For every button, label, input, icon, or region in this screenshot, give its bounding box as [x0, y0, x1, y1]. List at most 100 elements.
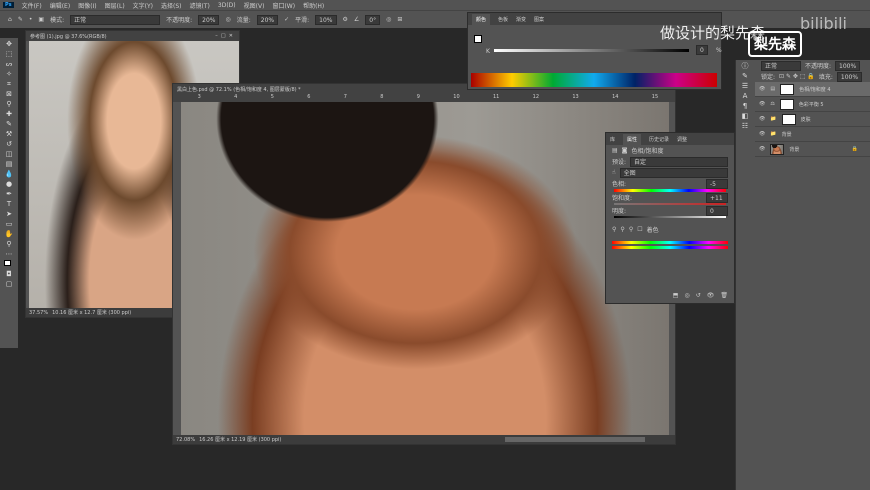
- layer-opacity-input[interactable]: 100%: [835, 61, 860, 71]
- menu-file[interactable]: 文件(F): [22, 1, 42, 10]
- eye-icon[interactable]: 👁: [759, 131, 765, 137]
- k-value-input[interactable]: 0: [696, 45, 708, 55]
- reset-icon[interactable]: ↺: [696, 292, 701, 299]
- menu-view[interactable]: 视图(V): [244, 1, 265, 10]
- opacity-input[interactable]: 20%: [198, 15, 219, 25]
- lock-icons[interactable]: ⊡ ✎ ✥ ⬚ 🔒: [779, 73, 815, 80]
- menu-3d[interactable]: 3D(D): [218, 2, 236, 9]
- tab-patterns[interactable]: 图案: [534, 16, 544, 23]
- healing-tool-icon[interactable]: ✚: [4, 110, 14, 118]
- tab-adjustments[interactable]: 调整: [677, 136, 687, 143]
- lasso-tool-icon[interactable]: ᔕ: [4, 60, 14, 68]
- clip-to-layer-icon[interactable]: ⬒: [673, 292, 679, 299]
- symmetry-icon[interactable]: ⊞: [397, 16, 402, 23]
- airbrush-icon[interactable]: ✓: [284, 16, 289, 23]
- pressure-size-icon[interactable]: ◎: [386, 16, 391, 23]
- brush-size-icon[interactable]: •: [29, 16, 33, 23]
- crop-tool-icon[interactable]: ⌗: [4, 80, 14, 88]
- canvas-photo[interactable]: [181, 102, 669, 436]
- horizontal-scrollbar[interactable]: [505, 437, 645, 442]
- tab-gradients[interactable]: 渐变: [516, 16, 526, 23]
- brush-icon[interactable]: ✎: [18, 16, 23, 23]
- blend-mode-select[interactable]: 正常: [761, 61, 801, 71]
- move-tool-icon[interactable]: ✥: [4, 40, 14, 48]
- brush-settings-icon[interactable]: ✎: [740, 72, 750, 80]
- more-tools-icon[interactable]: ⋯: [4, 250, 14, 258]
- quick-select-tool-icon[interactable]: ✧: [4, 70, 14, 78]
- layers-icon[interactable]: ◧: [740, 112, 750, 120]
- channel-select[interactable]: 全图: [620, 168, 728, 178]
- paragraph-icon[interactable]: ¶: [740, 102, 750, 110]
- saturation-input[interactable]: +11: [706, 193, 728, 203]
- angle-input[interactable]: 0°: [365, 15, 380, 25]
- color-spectrum[interactable]: [471, 73, 717, 87]
- tab-swatches[interactable]: 色板: [498, 16, 508, 23]
- layer-mask-thumb[interactable]: [780, 99, 794, 110]
- tab-history[interactable]: 历史记录: [649, 136, 669, 143]
- brush-tool-icon[interactable]: ✎: [4, 120, 14, 128]
- window-controls[interactable]: – □ ✕: [215, 33, 239, 39]
- ref-doc-tab[interactable]: 参考图 (1).jpg @ 37.6%(RGB/8)– □ ✕: [26, 31, 239, 41]
- menu-window[interactable]: 窗口(W): [272, 1, 295, 10]
- eyedropper-add-icon[interactable]: ⚲: [620, 226, 624, 233]
- tab-libraries[interactable]: 库: [610, 136, 615, 143]
- eyedropper-tool-icon[interactable]: ⚲: [4, 100, 14, 108]
- layer-mask-thumb[interactable]: [780, 84, 794, 95]
- layer-row[interactable]: 👁背景🔒: [755, 142, 870, 157]
- mode-select[interactable]: 正常: [70, 15, 160, 25]
- eye-icon[interactable]: 👁: [759, 116, 765, 122]
- ref-zoom-level[interactable]: 37.57%: [29, 310, 48, 316]
- frame-tool-icon[interactable]: ⊠: [4, 90, 14, 98]
- lightness-input[interactable]: 0: [706, 206, 728, 216]
- mask-icon[interactable]: ◙: [622, 147, 628, 154]
- channels-icon[interactable]: ☷: [740, 122, 750, 130]
- zoom-tool-icon[interactable]: ⚲: [4, 240, 14, 248]
- menu-image[interactable]: 图像(I): [78, 1, 96, 10]
- stamp-tool-icon[interactable]: ⚒: [4, 130, 14, 138]
- layer-row[interactable]: 👁▤色相/饱和度 4: [755, 82, 870, 97]
- foreground-color-swatch[interactable]: [474, 35, 482, 43]
- path-select-tool-icon[interactable]: ➤: [4, 210, 14, 218]
- marquee-tool-icon[interactable]: ⬚: [4, 50, 14, 58]
- menu-layer[interactable]: 图层(L): [105, 1, 125, 10]
- preset-select[interactable]: 自定: [630, 157, 728, 167]
- menu-help[interactable]: 帮助(H): [303, 1, 324, 10]
- dodge-tool-icon[interactable]: ●: [4, 180, 14, 188]
- blur-tool-icon[interactable]: 💧: [4, 170, 14, 178]
- view-previous-icon[interactable]: ◎: [684, 292, 689, 299]
- flow-input[interactable]: 20%: [257, 15, 278, 25]
- eraser-tool-icon[interactable]: ◫: [4, 150, 14, 158]
- tab-color[interactable]: 颜色: [472, 14, 490, 25]
- color-swatches[interactable]: [4, 260, 14, 268]
- screen-mode-icon[interactable]: ▢: [4, 280, 14, 288]
- menu-filter[interactable]: 滤镜(T): [190, 1, 210, 10]
- eye-icon[interactable]: 👁: [759, 86, 765, 92]
- type-tool-icon[interactable]: T: [4, 200, 14, 208]
- trash-icon[interactable]: 🗑: [720, 292, 728, 299]
- eye-icon[interactable]: 👁: [759, 101, 765, 107]
- character-icon[interactable]: A: [740, 92, 750, 100]
- layer-mask-thumb[interactable]: [782, 114, 796, 125]
- eyedropper-subtract-icon[interactable]: ⚲: [629, 226, 633, 233]
- shape-tool-icon[interactable]: ▭: [4, 220, 14, 228]
- adjust-icon[interactable]: ☰: [740, 82, 750, 90]
- layer-row[interactable]: 👁⚖色彩平衡 5: [755, 97, 870, 112]
- gradient-tool-icon[interactable]: ▤: [4, 160, 14, 168]
- target-adjust-icon[interactable]: ☝: [612, 169, 616, 176]
- k-slider[interactable]: [494, 49, 689, 52]
- colorize-checkbox[interactable]: ☐: [637, 226, 642, 233]
- visibility-icon[interactable]: 👁: [707, 292, 715, 299]
- main-zoom-level[interactable]: 72.08%: [176, 437, 195, 443]
- layer-row[interactable]: 👁📁背景: [755, 127, 870, 142]
- menu-edit[interactable]: 编辑(E): [50, 1, 70, 10]
- info-icon[interactable]: ⓘ: [740, 62, 750, 70]
- history-brush-tool-icon[interactable]: ↺: [4, 140, 14, 148]
- smooth-input[interactable]: 10%: [315, 15, 336, 25]
- home-icon[interactable]: ⌂: [8, 16, 12, 23]
- hue-input[interactable]: -5: [706, 179, 728, 189]
- eye-icon[interactable]: 👁: [759, 146, 765, 152]
- pressure-opacity-icon[interactable]: ◎: [225, 16, 230, 23]
- eyedropper-icon[interactable]: ⚲: [612, 226, 616, 233]
- tab-properties[interactable]: 属性: [623, 134, 641, 145]
- fill-input[interactable]: 100%: [837, 72, 862, 82]
